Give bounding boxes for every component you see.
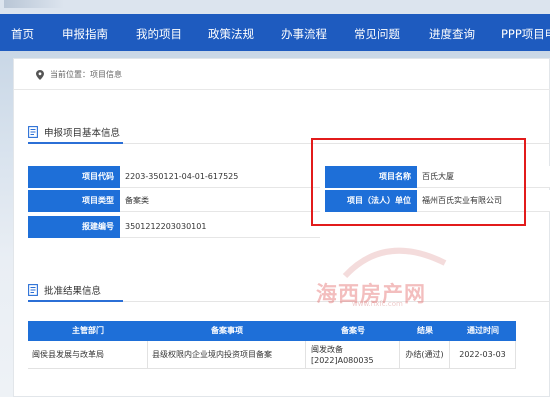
- nav-process[interactable]: 办事流程: [281, 26, 327, 42]
- col-header-dept: 主管部门: [28, 321, 148, 341]
- breadcrumb: 当前位置：项目信息: [36, 69, 122, 80]
- document-icon: [28, 284, 38, 296]
- section-title-text: 批准结果信息: [44, 286, 102, 297]
- section-title-text: 申报项目基本信息: [44, 128, 121, 139]
- watermark-house-icon: [342, 247, 447, 279]
- filing-no-line1: 闽发改备: [311, 344, 343, 354]
- nav-guide[interactable]: 申报指南: [62, 26, 108, 42]
- watermark-url: www.hxfc.com: [352, 300, 403, 308]
- nav-ppp[interactable]: PPP项目申: [501, 26, 550, 42]
- cell-dept: 闽侯县发展与改革局: [28, 341, 148, 369]
- section-rule: [28, 300, 550, 302]
- label-filing-no: 报建编号: [28, 216, 120, 238]
- col-header-result: 结果: [400, 321, 450, 341]
- logo: [4, 0, 64, 8]
- divider: [14, 89, 550, 90]
- label-project-type: 项目类型: [28, 190, 120, 212]
- cell-item: 县级权限内企业境内投资项目备案: [148, 341, 306, 369]
- col-header-item: 备案事项: [148, 321, 306, 341]
- cell-filing-no: 闽发改备 [2022]A080035: [306, 341, 400, 369]
- cell-date: 2022-03-03: [450, 341, 516, 369]
- header-strip: [0, 0, 550, 14]
- main-nav: 首页 申报指南 我的项目 政策法规 办事流程 常见问题 进度查询 PPP项目申: [0, 14, 550, 51]
- nav-policies[interactable]: 政策法规: [208, 26, 254, 42]
- value-project-type: 备案类: [120, 190, 320, 212]
- col-header-date: 通过时间: [450, 321, 516, 341]
- label-project-code: 项目代码: [28, 166, 120, 188]
- location-pin-icon: [36, 69, 44, 80]
- filing-no-line2: [2022]A080035: [311, 355, 374, 365]
- value-filing-no: 3501212203030101: [120, 216, 320, 238]
- nav-faq[interactable]: 常见问题: [354, 26, 400, 42]
- basic-info-title: 申报项目基本信息: [28, 125, 120, 139]
- value-project-code: 2203-350121-04-01-617525: [120, 166, 320, 188]
- nav-progress[interactable]: 进度查询: [429, 26, 475, 42]
- nav-my-projects[interactable]: 我的项目: [136, 26, 182, 42]
- approval-info-title: 批准结果信息: [28, 283, 101, 297]
- nav-home[interactable]: 首页: [11, 26, 34, 42]
- red-highlight-box: [311, 138, 526, 226]
- content-panel: 当前位置：项目信息 申报项目基本信息 项目代码 2203-350121-04-0…: [13, 58, 550, 397]
- cell-result: 办结(通过): [400, 341, 450, 369]
- col-header-no: 备案号: [306, 321, 400, 341]
- breadcrumb-text: 当前位置：项目信息: [50, 70, 122, 79]
- document-icon: [28, 126, 38, 138]
